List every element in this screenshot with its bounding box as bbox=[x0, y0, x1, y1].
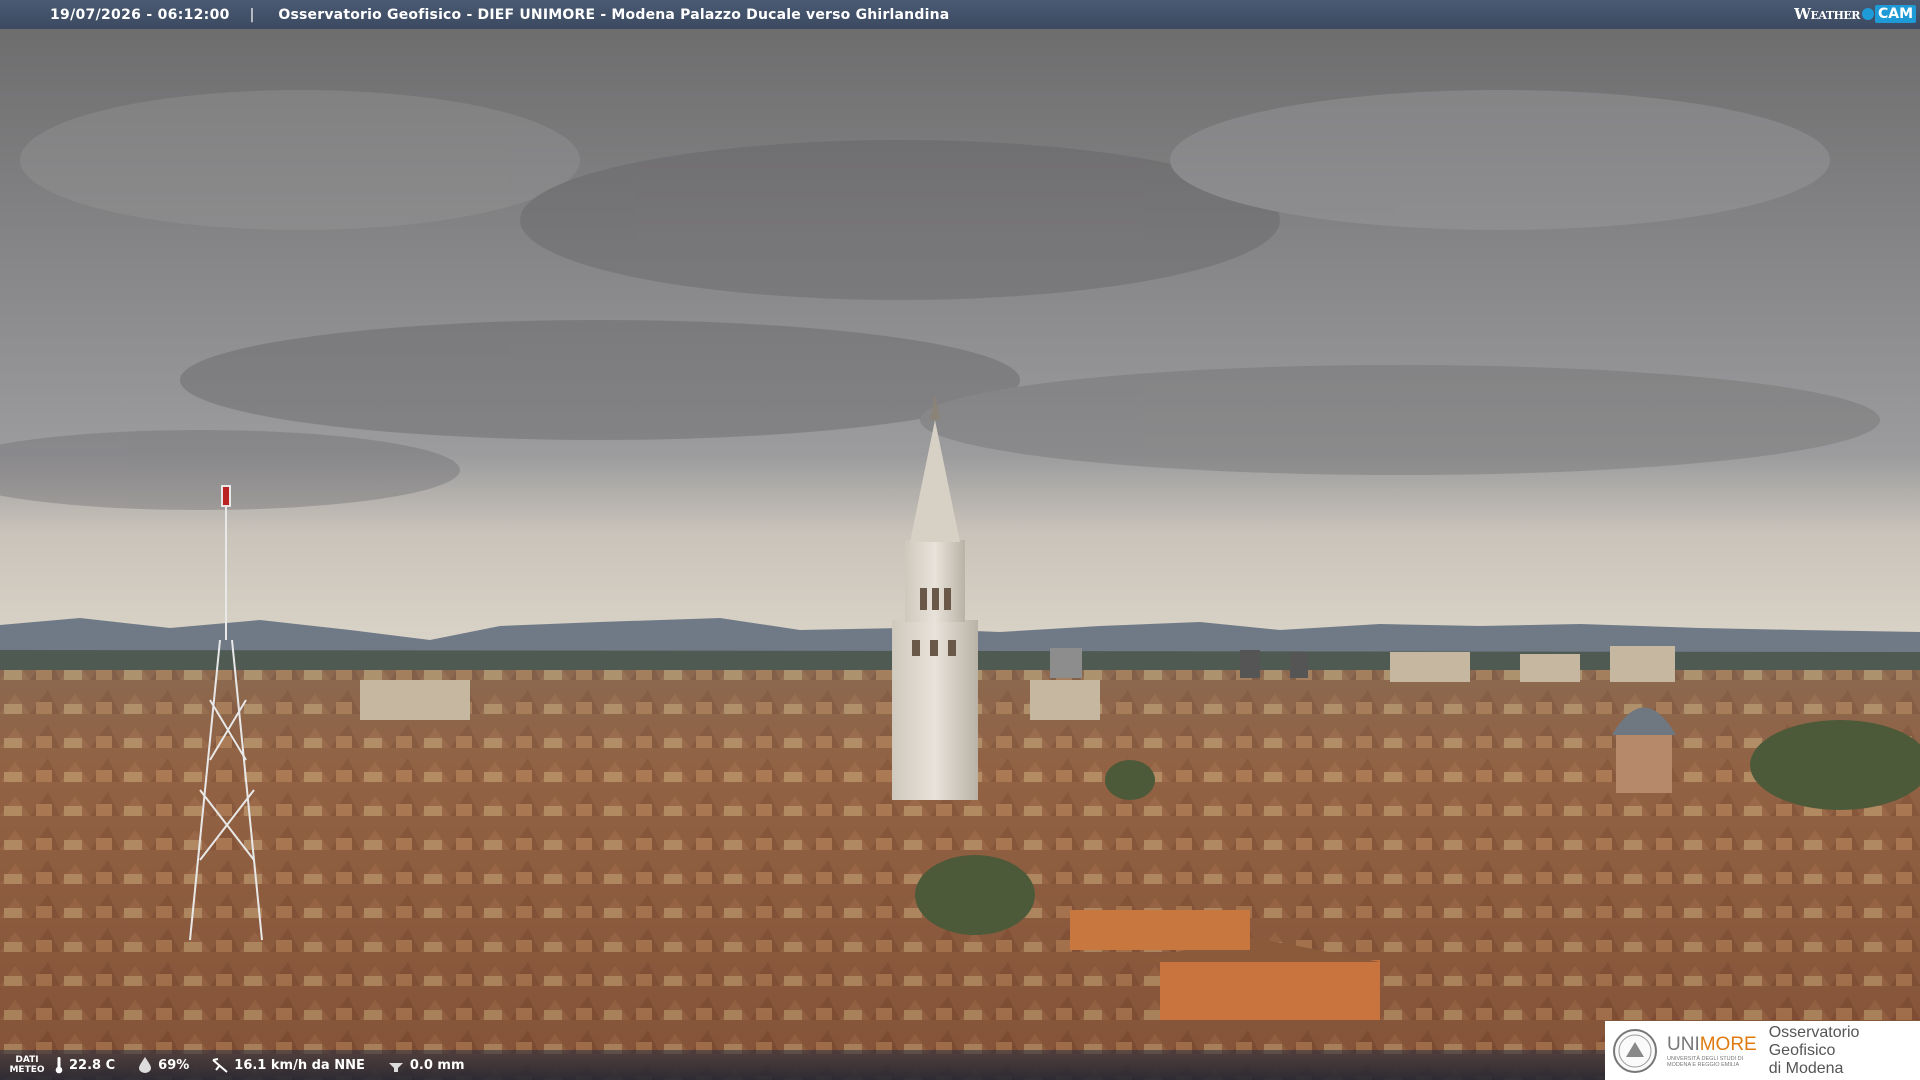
unimore-subtitle-2: MODENA E REGGIO EMILIA bbox=[1667, 1061, 1740, 1068]
webcam-scene bbox=[0, 0, 1920, 1080]
wind-icon bbox=[212, 1058, 228, 1073]
top-info-bar: 19/07/2026 - 06:12:00 | Osservatorio Geo… bbox=[0, 0, 1920, 29]
meteo-label: DATI METEO bbox=[9, 1055, 45, 1075]
brand-dot-icon bbox=[1861, 8, 1874, 20]
rain-value: 0.0 mm bbox=[409, 1057, 465, 1073]
rain-gauge-icon bbox=[388, 1063, 403, 1072]
observatory-name: Osservatorio Geofisico di Modena bbox=[1768, 1023, 1860, 1077]
brand-cam: CAM bbox=[1874, 5, 1916, 23]
temperature-value: 22.8 C bbox=[69, 1057, 116, 1073]
thermometer-icon bbox=[55, 1057, 63, 1074]
unimore-logo: UNIMORE UNIVERSITÀ DEGLI STUDI DI MODENA… bbox=[1605, 1021, 1920, 1080]
humidity-drop-icon bbox=[139, 1057, 152, 1073]
humidity-value: 69% bbox=[158, 1057, 190, 1073]
timestamp: 19/07/2026 - 06:12:00 bbox=[50, 6, 230, 23]
wind-reading: 16.1 km/h da NNE bbox=[211, 1056, 365, 1074]
rain-reading: 0.0 mm bbox=[387, 1057, 465, 1073]
temperature-reading: 22.8 C bbox=[54, 1056, 115, 1074]
brand-weather: Weather bbox=[1794, 5, 1860, 23]
university-seal-icon bbox=[1613, 1028, 1657, 1073]
wind-value: 16.1 km/h da NNE bbox=[234, 1057, 365, 1073]
separator: | bbox=[249, 6, 255, 23]
humidity-reading: 69% bbox=[137, 1056, 189, 1074]
weathercam-logo: Weather CAM bbox=[1794, 3, 1916, 25]
unimore-wordmark: UNIMORE bbox=[1667, 1033, 1757, 1055]
camera-title: Osservatorio Geofisico - DIEF UNIMORE - … bbox=[278, 6, 950, 23]
